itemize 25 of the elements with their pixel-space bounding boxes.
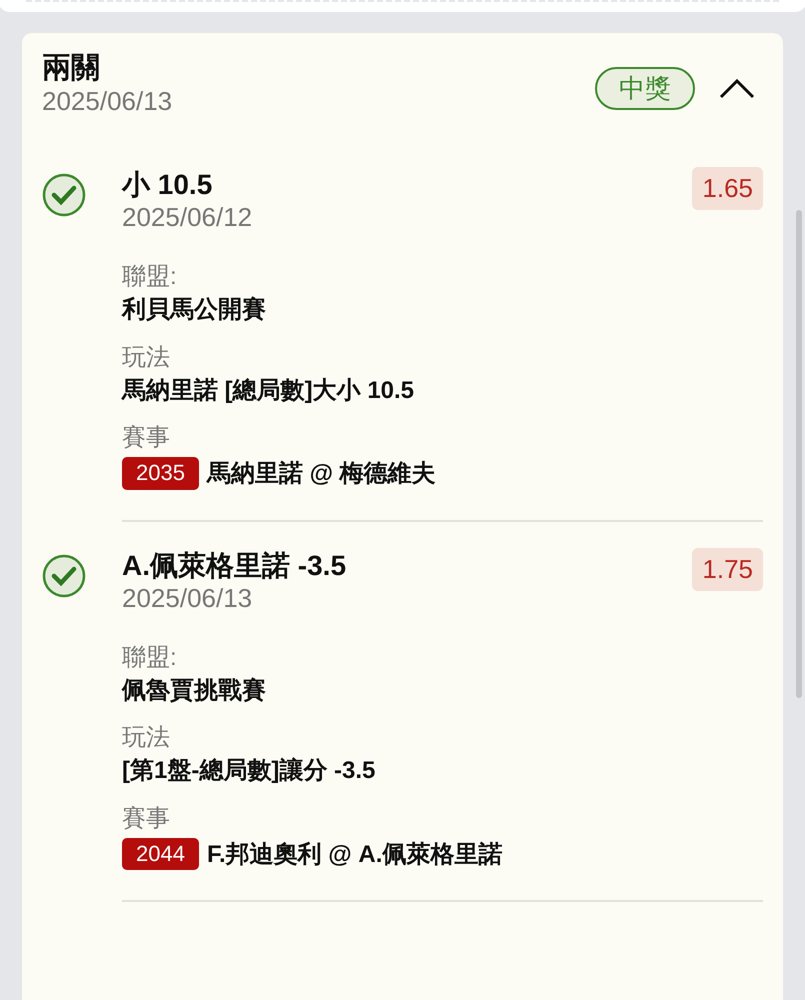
field-value: [第1盤-總局數]讓分 -3.5 xyxy=(122,756,376,786)
event-code-badge: 2044 xyxy=(122,838,199,870)
field-value: 利貝馬公開賽 xyxy=(122,295,267,326)
selection-title: A.佩萊格里諾 -3.5 xyxy=(122,548,346,583)
event-name: 馬納里諾 @ 梅德維夫 xyxy=(206,458,436,489)
event-name: F.邦迪奧利 @ A.佩萊格里諾 xyxy=(206,840,502,870)
field-label: 賽事 xyxy=(122,422,171,453)
selection-date: 2025/06/13 xyxy=(122,582,254,614)
bet-date: 2025/06/13 xyxy=(42,86,172,117)
status-badge: 中獎 xyxy=(595,67,695,110)
event-code-badge: 2035 xyxy=(122,457,199,490)
field-label: 聯盟: xyxy=(122,262,178,292)
bet-title: 兩關 xyxy=(42,51,101,86)
field-value: 馬納里諾 [總局數]大小 10.5 xyxy=(122,376,416,406)
field-label: 玩法 xyxy=(122,723,171,754)
field-label: 玩法 xyxy=(122,342,171,373)
selection-date: 2025/06/12 xyxy=(122,202,252,234)
chevron-up-icon[interactable] xyxy=(719,78,755,100)
selection-title: 小 10.5 xyxy=(122,168,214,202)
field-value: 佩魯賈挑戰賽 xyxy=(122,676,267,706)
field-label: 聯盟: xyxy=(122,642,178,673)
field-label: 賽事 xyxy=(122,804,171,834)
odds-badge: 1.65 xyxy=(692,166,763,210)
scrollbar[interactable] xyxy=(796,210,802,698)
odds-badge: 1.75 xyxy=(692,548,763,591)
